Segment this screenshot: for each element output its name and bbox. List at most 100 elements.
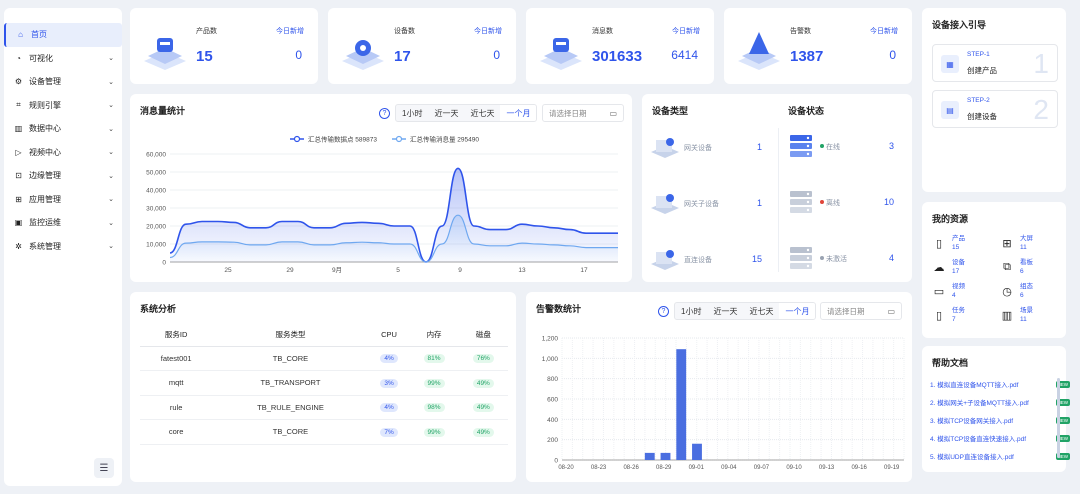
disk-badge: 49%: [472, 427, 494, 437]
resource-value: 4: [952, 292, 956, 299]
y-tick-label: 0: [554, 458, 558, 465]
resource-label: 看板: [1020, 259, 1033, 266]
mem-cell: 99%: [409, 370, 459, 396]
x-tick-label: 17: [580, 267, 588, 274]
step-name: 创建设备: [967, 112, 997, 121]
x-tick-label: 08-23: [591, 465, 607, 471]
sidebar-item-label: 边缘管理: [29, 171, 61, 181]
collapse-sidebar-button[interactable]: ☰: [94, 458, 114, 478]
resource-label: 组态: [1020, 283, 1033, 290]
hierarchy-icon: ⧉: [1003, 260, 1011, 273]
y-tick-label: 800: [547, 376, 558, 383]
cpu-badge: 4%: [380, 354, 398, 364]
sidebar-item-4[interactable]: ▥ 数据中心 ⌄: [4, 117, 122, 141]
message-illustration-icon: [540, 38, 582, 70]
x-tick-label: 9月: [332, 266, 342, 274]
service-id: mqtt: [140, 370, 213, 396]
resource-text: 产品 15: [952, 234, 965, 252]
doc-title: 4. 模拟TCP设备直连快速接入.pdf: [930, 436, 1027, 443]
message-chart: 0 10,000 20,000 30,000 40,000 50,000 60,000 25 2…: [146, 135, 618, 274]
stat-today-value: 6414: [671, 48, 698, 62]
resource-item[interactable]: ▥ 场景 11: [1000, 306, 1033, 324]
column-header: 服务类型: [212, 324, 369, 347]
sidebar-item-5[interactable]: ▷ 视频中心 ⌄: [4, 141, 122, 165]
device-type-count: 1: [756, 142, 762, 152]
column-header: 磁盘: [458, 324, 508, 347]
guide-step-1[interactable]: ▦ STEP-1 创建产品 1: [932, 44, 1058, 82]
chevron-down-icon: ⌄: [108, 196, 114, 204]
docs-panel: 帮助文档 1. 模拟直连设备MQTT接入.pdf NEW 2. 模拟网关+子设备MQ…: [922, 346, 1070, 472]
cpu-cell: 7%: [368, 419, 410, 445]
y-tick-label: 600: [547, 397, 558, 404]
resource-text: 任务 7: [952, 306, 965, 324]
device-status-title: 设备状态: [788, 106, 825, 116]
x-tick-label: 09-13: [819, 465, 835, 471]
sidebar-item-label: 可视化: [29, 53, 53, 63]
sidebar-item-7[interactable]: ⊞ 应用管理 ⌄: [4, 188, 122, 212]
doc-link[interactable]: 4. 模拟TCP设备直连快速接入.pdf NEW: [930, 433, 1070, 443]
resource-item[interactable]: ◷ 组态 6: [1000, 282, 1033, 300]
resource-label: 任务: [952, 307, 965, 314]
server-icon: [790, 190, 812, 214]
video-icon: ▷: [15, 147, 22, 157]
resource-value: 7: [952, 316, 956, 323]
legend-marker: [395, 135, 403, 143]
sidebar-item-1[interactable]: ◔ 可视化 ⌄: [4, 47, 122, 71]
mem-cell: 99%: [409, 419, 459, 445]
sidebar-item-8[interactable]: ▣ 监控运维 ⌄: [4, 211, 122, 235]
resource-value: 17: [952, 268, 960, 275]
step-label: STEP-2: [967, 97, 990, 104]
x-tick-label: 08-20: [558, 465, 574, 471]
stat-today-label: 今日新增: [672, 28, 700, 35]
alarm-bar: [676, 349, 687, 460]
table-row: rule TB_RULE_ENGINE 4% 98% 49%: [140, 395, 508, 420]
device-icon: ⚙: [14, 77, 23, 87]
sidebar-item-label: 数据中心: [29, 124, 61, 134]
device-type-label: 网关子设备: [684, 201, 719, 208]
device-type-illustration-icon: [650, 136, 680, 160]
alarm-illustration-icon: [738, 32, 780, 70]
resource-item[interactable]: ▯ 产品 15: [932, 234, 965, 252]
doc-link[interactable]: 3. 模拟TCP设备网关接入.pdf NEW: [930, 415, 1070, 425]
chevron-down-icon: ⌄: [108, 219, 114, 227]
sidebar-item-6[interactable]: ⊡ 边缘管理 ⌄: [4, 164, 122, 188]
resource-text: 大屏 11: [1020, 234, 1033, 252]
sidebar-item-9[interactable]: ✲ 系统管理 ⌄: [4, 235, 122, 259]
stat-card-product: 产品数 15 今日新增 0: [130, 8, 318, 84]
device-illustration-icon: [342, 40, 384, 70]
resource-item[interactable]: ⊞ 大屏 11: [1000, 234, 1033, 252]
disk-cell: 49%: [458, 370, 508, 396]
cpu-cell: 3%: [368, 370, 410, 396]
resource-item[interactable]: ☁ 设备 17: [932, 258, 966, 276]
docs-scrollbar[interactable]: [1057, 378, 1060, 458]
app-icon: ⊞: [15, 194, 22, 204]
doc-title: 5. 模拟UDP直连设备接入.pdf: [930, 454, 1014, 461]
device-status-count: 4: [888, 253, 894, 263]
doc-link[interactable]: 1. 模拟直连设备MQTT接入.pdf NEW: [930, 379, 1070, 389]
table-row: core TB_CORE 7% 99% 49%: [140, 419, 508, 445]
resource-item[interactable]: ▯ 任务 7: [932, 306, 965, 324]
server-icon: [790, 246, 812, 270]
device-type-illustration-icon: [650, 192, 680, 216]
y-tick-label: 10,000: [146, 242, 166, 249]
resource-item[interactable]: ⧉ 看板 6: [1000, 258, 1033, 276]
resource-value: 6: [1020, 292, 1024, 299]
sidebar-item-2[interactable]: ⚙ 设备管理 ⌄: [4, 70, 122, 94]
device-icon: ▤: [941, 101, 959, 119]
stat-today-value: 0: [493, 48, 500, 62]
stat-card-alarm: 告警数 1387 今日新增 0: [724, 8, 912, 84]
device-type-label: 直连设备: [684, 257, 712, 264]
sidebar-item-3[interactable]: ⌗ 规则引擎 ⌄: [4, 94, 122, 118]
column-header: 内存: [409, 324, 459, 347]
stat-value: 301633: [592, 48, 643, 65]
doc-link[interactable]: 2. 模拟网关+子设备MQTT接入.pdf NEW: [930, 397, 1070, 407]
guide-step-2[interactable]: ▤ STEP-2 创建设备 2: [932, 90, 1058, 128]
status-dot: [820, 200, 824, 204]
resource-item[interactable]: ▭ 视频 4: [932, 282, 965, 300]
cpu-badge: 7%: [380, 427, 398, 437]
sidebar-item-0[interactable]: ⌂ 首页: [4, 23, 122, 47]
doc-link[interactable]: 5. 模拟UDP直连设备接入.pdf NEW: [930, 451, 1070, 461]
disk-badge: 76%: [472, 354, 494, 364]
resource-text: 设备 17: [952, 258, 965, 276]
x-tick-label: 13: [518, 267, 526, 274]
